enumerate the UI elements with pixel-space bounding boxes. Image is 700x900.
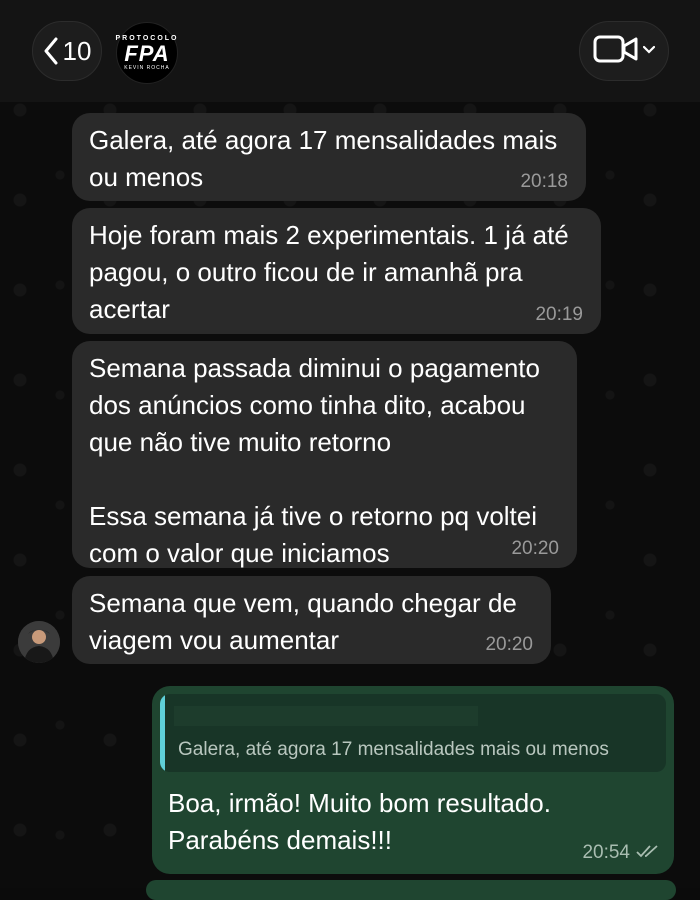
next-message-bubble	[146, 880, 676, 900]
message-text: Semana passada diminui o pagamento dos a…	[89, 353, 540, 568]
message-bubble[interactable]: Galera, até agora 17 mensalidades mais o…	[72, 113, 586, 201]
message-text: Boa, irmão! Muito bom resultado. Parabén…	[168, 788, 551, 855]
message-time: 20:20	[485, 634, 533, 655]
chevron-left-icon	[43, 37, 59, 65]
message-text: Galera, até agora 17 mensalidades mais o…	[89, 125, 558, 192]
back-button[interactable]: 10	[32, 21, 102, 81]
message-text: Hoje foram mais 2 experimentais. 1 já at…	[89, 220, 569, 324]
message-time: 20:20	[511, 538, 559, 559]
double-check-icon	[636, 842, 660, 864]
quoted-text: Galera, até agora 17 mensalidades mais o…	[178, 739, 609, 760]
message-time: 20:18	[520, 171, 568, 192]
message-bubble[interactable]: Semana passada diminui o pagamento dos a…	[72, 341, 577, 568]
message-meta: 20:54	[582, 842, 660, 864]
quoted-sender-redacted	[174, 706, 478, 726]
contact-avatar[interactable]: PROTOCOLO FPA KEVIN ROCHA	[116, 22, 178, 84]
outgoing-message-bubble[interactable]: Galera, até agora 17 mensalidades mais o…	[152, 686, 674, 874]
logo-sub-text: KEVIN ROCHA	[124, 64, 170, 71]
chevron-down-icon	[642, 42, 656, 60]
message-bubble[interactable]: Semana que vem, quando chegar de viagem …	[72, 576, 551, 664]
chat-header: 10 PROTOCOLO FPA KEVIN ROCHA	[0, 0, 700, 102]
unread-count: 10	[62, 35, 92, 66]
message-time: 20:54	[582, 842, 630, 863]
video-call-button[interactable]	[579, 21, 669, 81]
logo-main-text: FPA	[124, 40, 170, 66]
video-camera-icon	[593, 34, 639, 69]
message-text: Semana que vem, quando chegar de viagem …	[89, 588, 517, 655]
quote-accent-bar	[160, 694, 165, 772]
sender-avatar[interactable]	[18, 621, 60, 663]
quoted-message[interactable]: Galera, até agora 17 mensalidades mais o…	[160, 694, 666, 772]
message-bubble[interactable]: Hoje foram mais 2 experimentais. 1 já at…	[72, 208, 601, 334]
message-time: 20:19	[535, 304, 583, 325]
